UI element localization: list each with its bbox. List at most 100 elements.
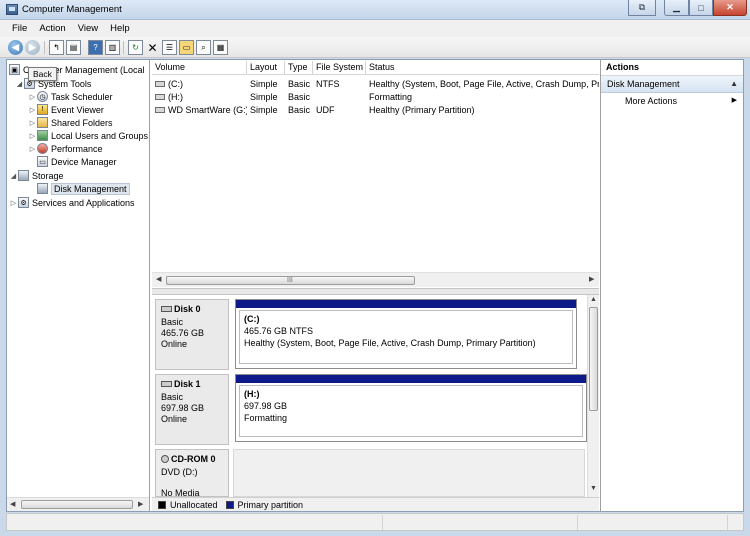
show-hide-tree-icon[interactable]: ▤	[66, 40, 81, 55]
column-type[interactable]: Type	[285, 61, 313, 75]
forward-icon[interactable]: ▶	[25, 40, 40, 55]
partition-h[interactable]: (H:) 697.98 GB Formatting	[235, 374, 587, 442]
tree-item-label: Local Users and Groups	[51, 130, 149, 141]
menu-action[interactable]: Action	[33, 23, 71, 34]
performance-icon	[37, 143, 48, 154]
expand-icon[interactable]: ▷	[28, 106, 37, 114]
volume-status: Formatting	[369, 91, 413, 102]
scroll-thumb[interactable]	[589, 307, 598, 411]
primary-partition-bar	[236, 375, 586, 383]
close-button[interactable]: ✕	[713, 0, 747, 16]
actions-section-disk-management[interactable]: Disk Management ▲	[601, 76, 743, 93]
volume-icon	[155, 94, 165, 101]
users-icon	[37, 130, 48, 141]
table-row[interactable]: (H:) Simple Basic Formatting	[152, 90, 599, 103]
tree-item-device-manager[interactable]: ▭ Device Manager	[28, 155, 117, 168]
tree-item-disk-management[interactable]: Disk Management	[28, 182, 130, 195]
show-hide-action-pane-icon[interactable]: ▥	[105, 40, 120, 55]
cdrom-media-area[interactable]	[233, 449, 585, 497]
volume-horizontal-scrollbar[interactable]: ◀ III ▶	[152, 272, 599, 287]
collapse-icon[interactable]: ◢	[15, 80, 24, 88]
disk-icon	[161, 381, 172, 387]
partition-name: (C:)	[244, 314, 260, 324]
shared-folder-icon	[37, 117, 48, 128]
maximize-button[interactable]: □	[689, 0, 713, 16]
tree-item-task-scheduler[interactable]: ▷ ◷ Task Scheduler	[28, 90, 113, 103]
disk-0-block: Disk 0 Basic 465.76 GB Online (C:) 465.7…	[155, 299, 585, 370]
tree-item-performance[interactable]: ▷ Performance	[28, 142, 103, 155]
minimize-button[interactable]: ▁	[664, 0, 689, 16]
open-icon[interactable]: ▭	[179, 40, 194, 55]
disk-0-info[interactable]: Disk 0 Basic 465.76 GB Online	[155, 299, 229, 370]
column-status[interactable]: Status	[366, 61, 599, 75]
back-icon[interactable]: ◀	[8, 40, 23, 55]
expand-icon[interactable]: ▷	[28, 93, 37, 101]
collapse-icon[interactable]: ◢	[9, 172, 18, 180]
disk-view-vertical-scrollbar[interactable]: ▲ ▼	[587, 295, 599, 497]
scroll-right-icon[interactable]: ▶	[138, 500, 143, 508]
volume-icon	[155, 107, 165, 114]
volume-type: Basic	[288, 78, 311, 89]
volume-name: (C:)	[168, 78, 183, 89]
volume-list-header: Volume Layout Type File System Status	[152, 61, 599, 75]
action-more-actions[interactable]: More Actions ▶	[601, 93, 743, 109]
properties-icon[interactable]: ☰	[162, 40, 177, 55]
scroll-thumb[interactable]	[21, 500, 133, 509]
menu-file[interactable]: File	[6, 23, 33, 34]
expand-icon[interactable]: ▷	[28, 119, 37, 127]
tree-item-storage[interactable]: ◢ Storage	[9, 169, 64, 182]
expand-icon[interactable]: ▷	[9, 199, 18, 207]
primary-partition-bar	[236, 300, 576, 308]
tree-horizontal-scrollbar[interactable]: ◀ ▶	[7, 497, 149, 511]
refresh-icon[interactable]: ↻	[128, 40, 143, 55]
delete-icon[interactable]: ✕	[145, 40, 160, 55]
menu-view[interactable]: View	[72, 23, 104, 34]
taskbar-restore-button[interactable]: ⧉	[628, 0, 656, 16]
scroll-thumb[interactable]: III	[166, 276, 415, 285]
scroll-left-icon[interactable]: ◀	[156, 275, 161, 283]
expand-icon[interactable]: ▷	[28, 145, 37, 153]
actions-pane: Actions Disk Management ▲ More Actions ▶	[600, 60, 743, 511]
table-row[interactable]: WD SmartWare (G:) Simple Basic UDF Healt…	[152, 103, 599, 116]
partition-status: Healthy (System, Boot, Page File, Active…	[244, 338, 536, 348]
expand-icon[interactable]: ▷	[28, 132, 37, 140]
volume-name: (H:)	[168, 91, 183, 102]
cdrom-0-block: CD-ROM 0 DVD (D:) No Media	[155, 449, 585, 498]
menu-help[interactable]: Help	[104, 23, 136, 34]
scroll-down-icon[interactable]: ▼	[590, 485, 597, 492]
cdrom-0-info[interactable]: CD-ROM 0 DVD (D:) No Media	[155, 449, 229, 498]
partition-c[interactable]: (C:) 465.76 GB NTFS Healthy (System, Boo…	[235, 299, 577, 369]
scroll-up-icon[interactable]: ▲	[590, 296, 597, 303]
column-layout[interactable]: Layout	[247, 61, 285, 75]
volume-type: Basic	[288, 91, 311, 102]
tree-item-label: Services and Applications	[32, 197, 135, 208]
help-icon[interactable]: ?	[88, 40, 103, 55]
up-folder-icon[interactable]: ↰	[49, 40, 64, 55]
tree-item-shared-folders[interactable]: ▷ Shared Folders	[28, 116, 113, 129]
volume-icon	[155, 81, 165, 88]
legend-unallocated-label: Unallocated	[170, 499, 218, 510]
column-volume[interactable]: Volume	[152, 61, 247, 75]
collapse-caret-icon[interactable]: ▲	[730, 76, 738, 92]
computer-icon: ▣	[9, 64, 20, 75]
partition-name: (H:)	[244, 389, 260, 399]
scroll-left-icon[interactable]: ◀	[10, 500, 15, 508]
disk-icon	[161, 306, 172, 312]
tree-item-services-and-applications[interactable]: ▷ ⚙ Services and Applications	[9, 196, 135, 209]
tree-item-local-users-and-groups[interactable]: ▷ Local Users and Groups	[28, 129, 148, 142]
menu-bar: File Action View Help	[0, 20, 750, 37]
tree-item-event-viewer[interactable]: ▷ ! Event Viewer	[28, 103, 104, 116]
disk-view-icon[interactable]: ▦	[213, 40, 228, 55]
table-row[interactable]: (C:) Simple Basic NTFS Healthy (System, …	[152, 77, 599, 90]
scroll-right-icon[interactable]: ▶	[589, 275, 594, 283]
search-icon[interactable]: ⌕	[196, 40, 211, 55]
title-bar: Computer Management ⧉ ▁ □ ✕	[0, 0, 750, 20]
tree-item-label: Event Viewer	[51, 104, 104, 115]
column-file-system[interactable]: File System	[313, 61, 366, 75]
pane-splitter[interactable]	[152, 288, 599, 295]
window-title: Computer Management	[22, 4, 122, 15]
disk-name: CD-ROM 0	[171, 454, 216, 464]
tree-item-label: Disk Management	[51, 182, 130, 195]
disk-1-block: Disk 1 Basic 697.98 GB Online (H:) 697.9…	[155, 374, 587, 445]
disk-1-info[interactable]: Disk 1 Basic 697.98 GB Online	[155, 374, 229, 445]
